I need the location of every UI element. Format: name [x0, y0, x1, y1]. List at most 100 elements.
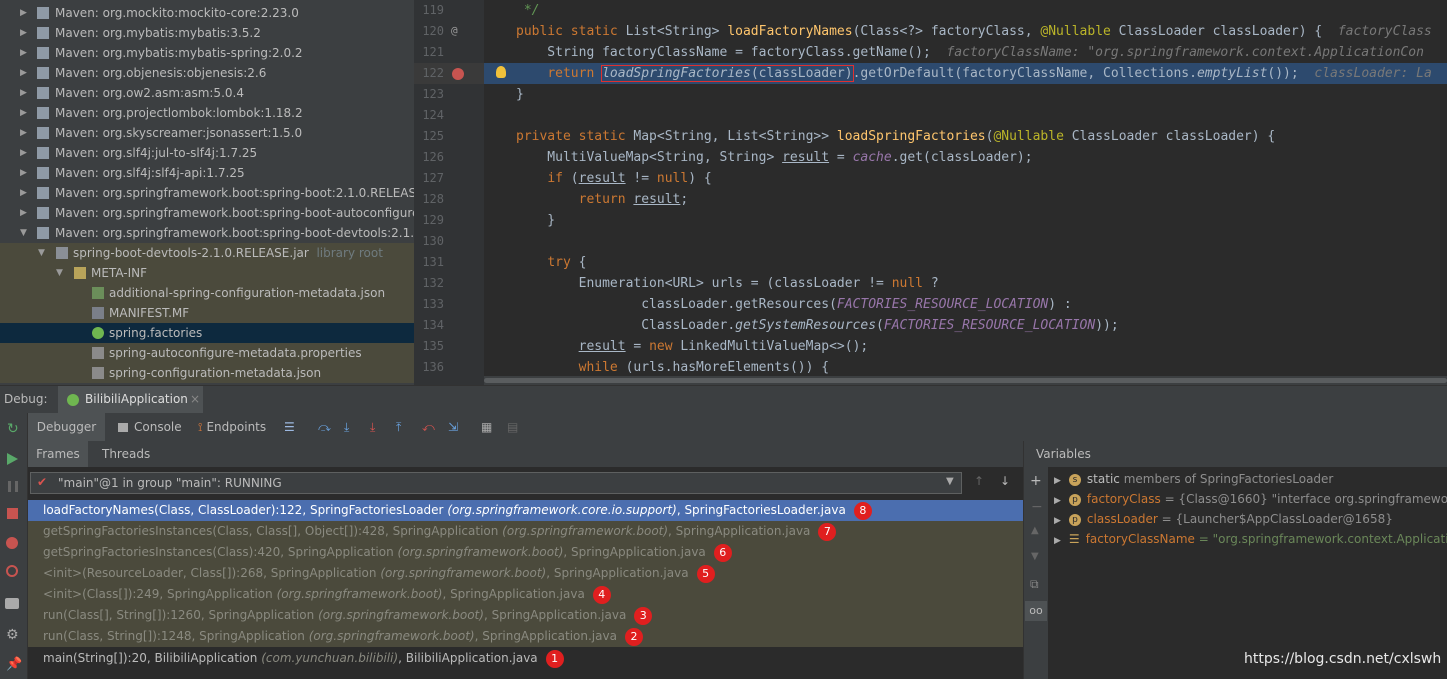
expand-arrow-icon[interactable]: ▶	[1054, 476, 1061, 486]
tab-frames[interactable]: Frames	[28, 441, 88, 467]
step-into-icon[interactable]: ⤓	[344, 413, 349, 441]
tree-item[interactable]: ▶ Maven: org.slf4j:jul-to-slf4j:1.7.25	[0, 143, 414, 163]
tree-item[interactable]: ▶ Maven: org.mockito:mockito-core:2.23.0	[0, 3, 414, 23]
run-to-cursor-icon[interactable]: ⇲	[448, 413, 458, 441]
horizontal-scrollbar[interactable]	[484, 376, 1447, 385]
tree-item[interactable]: ▼ Maven: org.springframework.boot:spring-…	[0, 223, 414, 243]
trace-stream-icon[interactable]: ▤	[507, 413, 518, 441]
evaluate-expression-icon[interactable]: ▦	[481, 413, 492, 441]
lightbulb-icon[interactable]	[496, 66, 506, 78]
variable-row[interactable]: ▶ p factoryClass = {Class@1660} "interface…	[1054, 489, 1447, 509]
variable-row[interactable]: ▶ s static members of SpringFactoriesLoade…	[1054, 469, 1333, 489]
tree-item[interactable]: ▶ Maven: org.skyscreamer:jsonassert:1.5.0	[0, 123, 414, 143]
line-number: 124	[422, 108, 444, 122]
expand-arrow-icon[interactable]: ▶	[1054, 516, 1061, 526]
expand-arrow-icon[interactable]: ▶	[20, 123, 27, 143]
tab-threads[interactable]: Threads	[102, 441, 150, 467]
tab-debugger[interactable]: Debugger	[28, 413, 105, 441]
variables-header: Variables	[1024, 441, 1447, 467]
stack-frame-current[interactable]: loadFactoryNames(Class, ClassLoader):122…	[28, 500, 1023, 521]
copy-icon[interactable]: ⧉	[1030, 577, 1039, 592]
pin-icon[interactable]: 📌	[6, 657, 22, 672]
tree-item-file[interactable]: MANIFEST.MF	[0, 303, 414, 323]
glasses-icon[interactable]: oo	[1025, 601, 1047, 621]
show-execution-point-icon[interactable]: ☰	[284, 413, 295, 441]
expand-arrow-icon[interactable]: ▶	[20, 63, 27, 83]
tree-item-jar[interactable]: ▼ spring-boot-devtools-2.1.0.RELEASE.jar …	[0, 243, 414, 263]
library-icon	[37, 127, 49, 139]
tab-endpoints[interactable]: ⟟ Endpoints	[198, 413, 266, 441]
tree-item[interactable]: ▶ Maven: org.slf4j:slf4j-api:1.7.25	[0, 163, 414, 183]
add-watch-icon[interactable]: +	[1030, 473, 1042, 489]
resume-icon[interactable]	[7, 453, 18, 465]
tab-console[interactable]: Console	[118, 413, 182, 441]
tree-item[interactable]: ▶ Maven: org.springframework.boot:spring-…	[0, 183, 414, 203]
library-icon	[37, 107, 49, 119]
step-over-icon[interactable]: ⤼	[318, 413, 331, 441]
next-frame-icon[interactable]: ↓	[1000, 474, 1010, 488]
expand-arrow-icon[interactable]: ▶	[20, 3, 27, 23]
tree-item[interactable]: ▶ Maven: org.springframework.boot:spring-…	[0, 203, 414, 223]
mute-breakpoints-icon[interactable]	[6, 565, 18, 577]
move-up-icon[interactable]: ▲	[1031, 525, 1039, 536]
endpoints-icon: ⟟	[198, 420, 203, 434]
code-editor[interactable]: 119 120 121 122 123 124 125 126 127 128 …	[414, 0, 1447, 385]
breakpoint-icon[interactable]	[452, 68, 464, 80]
variable-row[interactable]: ▶ ☰ factoryClassName = "org.springframewor…	[1054, 529, 1447, 549]
tree-item[interactable]: ▶ Maven: org.mybatis:mybatis-spring:2.0.2	[0, 43, 414, 63]
debug-session-tab[interactable]: BilibiliApplication ×	[58, 386, 203, 414]
stack-frame[interactable]: getSpringFactoriesInstances(Class, Class…	[28, 521, 1023, 542]
code-line-current: return loadSpringFactories(classLoader).…	[547, 65, 1432, 82]
stop-icon[interactable]	[7, 508, 18, 519]
expand-arrow-icon[interactable]: ▶	[20, 143, 27, 163]
tree-item-file[interactable]: additional-spring-configuration-metadata…	[0, 283, 414, 303]
expand-arrow-icon[interactable]: ▶	[1054, 536, 1061, 546]
expand-arrow-icon[interactable]: ▶	[20, 43, 27, 63]
library-icon	[37, 227, 49, 239]
close-tab-icon[interactable]: ×	[190, 392, 200, 406]
tree-item-file[interactable]: spring-autoconfigure-metadata.properties	[0, 343, 414, 363]
view-breakpoints-icon[interactable]	[6, 537, 18, 549]
thread-selector-dropdown[interactable]: ✔ "main"@1 in group "main": RUNNING ▼	[30, 472, 962, 494]
tree-item-metainf[interactable]: ▼ META-INF	[0, 263, 414, 283]
stack-frame[interactable]: <init>(ResourceLoader, Class[]):268, Spr…	[28, 563, 1023, 584]
stack-frame[interactable]: run(Class[], String[]):1260, SpringAppli…	[28, 605, 1023, 626]
tree-item-file-selected[interactable]: spring.factories	[0, 323, 414, 343]
settings-gear-icon[interactable]: ⚙	[6, 627, 19, 643]
tree-item[interactable]: ▶ Maven: org.objenesis:objenesis:2.6	[0, 63, 414, 83]
expand-arrow-icon[interactable]: ▶	[20, 203, 27, 223]
stack-frame[interactable]: main(String[]):20, BilibiliApplication (…	[28, 648, 1023, 669]
collapse-arrow-icon[interactable]: ▼	[38, 243, 45, 263]
expand-arrow-icon[interactable]: ▶	[20, 103, 27, 123]
expand-arrow-icon[interactable]: ▶	[20, 183, 27, 203]
drop-frame-icon[interactable]: ⤺	[422, 413, 435, 441]
previous-frame-icon[interactable]: ↑	[974, 474, 984, 488]
stack-frame[interactable]: run(Class, String[]):1248, SpringApplica…	[28, 626, 1023, 647]
tree-item[interactable]: ▶ Maven: org.mybatis:mybatis:3.5.2	[0, 23, 414, 43]
move-down-icon[interactable]: ▼	[1031, 551, 1039, 562]
override-marker-icon[interactable]: @	[451, 24, 458, 37]
collapse-arrow-icon[interactable]: ▼	[56, 263, 63, 283]
json-file-icon	[92, 367, 104, 379]
jar-label: spring-boot-devtools-2.1.0.RELEASE.jar	[73, 246, 309, 260]
expand-arrow-icon[interactable]: ▶	[1054, 496, 1061, 506]
tree-item-file[interactable]: spring-configuration-metadata.json	[0, 363, 414, 383]
force-step-into-icon[interactable]: ⤓	[370, 413, 375, 441]
variable-row[interactable]: ▶ p classLoader = {Launcher$AppClassLoader…	[1054, 509, 1393, 529]
collapse-arrow-icon[interactable]: ▼	[20, 223, 27, 243]
stack-frame[interactable]: <init>(Class[]):249, SpringApplication (…	[28, 584, 1023, 605]
frame-number-badge: 1	[545, 649, 564, 668]
library-icon	[37, 47, 49, 59]
pause-icon[interactable]	[8, 481, 18, 492]
tree-item[interactable]: ▶ Maven: org.ow2.asm:asm:5.0.4	[0, 83, 414, 103]
expand-arrow-icon[interactable]: ▶	[20, 83, 27, 103]
tree-item[interactable]: ▶ Maven: org.projectlombok:lombok:1.18.2	[0, 103, 414, 123]
stack-frame[interactable]: getSpringFactoriesInstances(Class):420, …	[28, 542, 1023, 563]
expand-arrow-icon[interactable]: ▶	[20, 23, 27, 43]
remove-watch-icon[interactable]: −	[1031, 499, 1043, 515]
step-out-icon[interactable]: ⤒	[396, 413, 401, 441]
code-line: Enumeration<URL> urls = (classLoader != …	[516, 276, 939, 291]
expand-arrow-icon[interactable]: ▶	[20, 163, 27, 183]
camera-icon[interactable]	[5, 598, 19, 609]
rerun-icon[interactable]: ↻	[7, 421, 19, 437]
